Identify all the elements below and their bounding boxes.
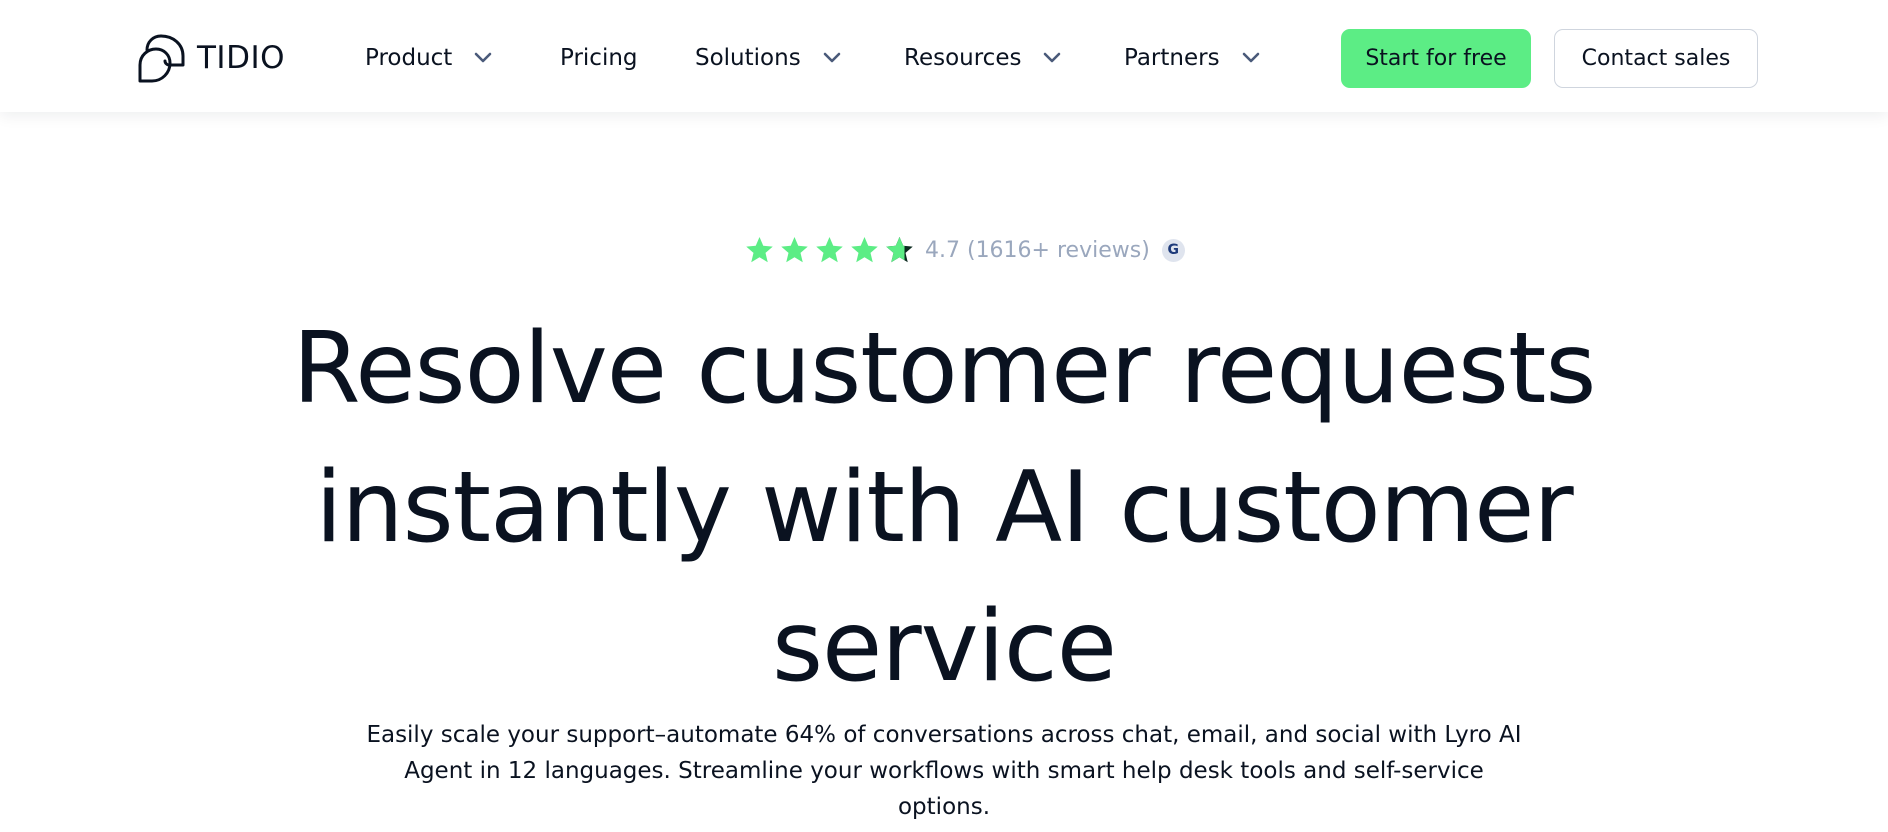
hero-subtitle-line-1: Easily scale your support–automate 64% o… [366, 722, 1522, 748]
tidio-logo[interactable]: TIDIO [137, 32, 285, 84]
rating-summary[interactable]: 4.7 (1616+ reviews) G [744, 231, 1185, 269]
hero-subtitle-line-2: Agent in 12 languages. Streamline your w… [404, 758, 1484, 820]
contact-sales-button[interactable]: Contact sales [1554, 29, 1758, 88]
contact-sales-label: Contact sales [1581, 46, 1731, 71]
nav-solutions-label: Solutions [695, 45, 801, 71]
start-for-free-label: Start for free [1365, 46, 1507, 71]
nav-partners-label: Partners [1124, 45, 1220, 71]
hero-title-line-2: instantly with AI customer [315, 451, 1573, 565]
star-icon [746, 237, 773, 263]
chevron-down-icon [475, 52, 492, 63]
chevron-down-icon [1242, 52, 1259, 63]
chevron-down-icon [1044, 52, 1061, 63]
hero-title-line-3: service [771, 590, 1117, 704]
star-icon [781, 237, 808, 263]
hero-subtitle: Easily scale your support–automate 64% o… [360, 717, 1528, 825]
star-half-icon [886, 237, 913, 263]
nav-pricing-label: Pricing [560, 45, 638, 71]
g2-icon: G [1161, 238, 1185, 262]
hero-title-line-1: Resolve customer requests [292, 312, 1597, 426]
nav-solutions[interactable]: Solutions [695, 38, 841, 78]
rating-text: 4.7 (1616+ reviews) [925, 237, 1150, 263]
nav-partners[interactable]: Partners [1124, 38, 1260, 78]
nav-resources[interactable]: Resources [904, 38, 1061, 78]
nav-product[interactable]: Product [365, 38, 492, 78]
tidio-logo-icon [138, 34, 185, 83]
star-icon [851, 237, 878, 263]
nav-pricing[interactable]: Pricing [560, 38, 638, 78]
nav-product-label: Product [365, 45, 453, 71]
site-header: TIDIO Product Pricing Solutions Resource… [0, 0, 1888, 112]
nav-resources-label: Resources [904, 45, 1022, 71]
start-for-free-button[interactable]: Start for free [1341, 29, 1531, 88]
rating-stars [744, 235, 915, 265]
hero-title: Resolve customer requests instantly with… [194, 300, 1694, 717]
chevron-down-icon [823, 52, 840, 63]
brand-name: TIDIO [197, 39, 285, 76]
star-icon [816, 237, 843, 263]
g2-badge-label: G [1167, 242, 1180, 258]
